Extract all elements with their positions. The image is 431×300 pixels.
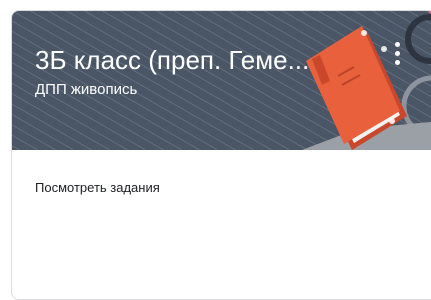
class-title[interactable]: 3Б класс (преп. Геме...	[35, 44, 370, 76]
more-options-button[interactable]	[384, 33, 410, 73]
class-card[interactable]: 3Б класс (преп. Геме... ДПП живопись Пос…	[11, 10, 431, 300]
more-vert-icon	[394, 40, 400, 67]
class-card-header[interactable]: 3Б класс (преп. Геме... ДПП живопись	[12, 11, 431, 150]
view-assignments-link[interactable]: Посмотреть задания	[35, 180, 160, 196]
class-subtitle[interactable]: ДПП живопись	[35, 81, 137, 99]
